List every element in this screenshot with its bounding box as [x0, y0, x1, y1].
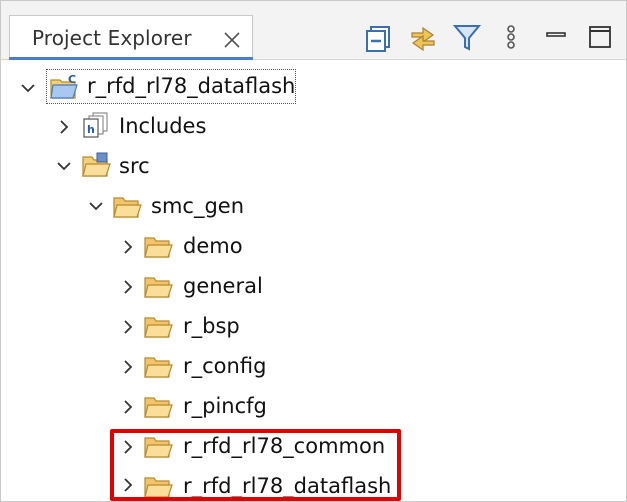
collapse-all-icon[interactable] [363, 21, 395, 53]
tree-item-label[interactable]: r_config [183, 354, 266, 378]
svg-text:h: h [87, 123, 95, 136]
includes-icon: h [81, 111, 113, 138]
view-menu-icon[interactable] [495, 21, 527, 53]
minimize-icon[interactable] [541, 21, 573, 53]
tree-item-label[interactable]: r_bsp [183, 314, 240, 338]
tree-item-label[interactable]: smc_gen [151, 194, 244, 218]
tree-item-label[interactable]: r_pincfg [183, 394, 267, 418]
tree-item-label[interactable]: demo [183, 234, 243, 258]
chevron-right-icon[interactable] [119, 358, 137, 376]
chevron-right-icon[interactable] [119, 398, 137, 416]
folder-icon [143, 272, 175, 298]
chevron-right-icon[interactable] [119, 318, 137, 336]
filter-icon[interactable] [451, 21, 483, 53]
folder-icon [143, 392, 175, 418]
project-explorer-view: Project Explorer C r_rfd_rl78_dataflash … [0, 0, 627, 502]
chevron-right-icon[interactable] [55, 118, 73, 136]
chevron-down-icon[interactable] [87, 197, 105, 215]
chevron-right-icon[interactable] [119, 238, 137, 256]
maximize-icon[interactable] [585, 21, 617, 53]
tree-item-label[interactable]: src [119, 154, 150, 178]
tree-item-label[interactable]: general [183, 274, 263, 298]
tab-project-explorer[interactable]: Project Explorer [9, 15, 253, 57]
link-with-editor-icon[interactable] [407, 21, 439, 53]
view-tab-bar: Project Explorer [1, 1, 626, 60]
c-project-icon: C [49, 73, 81, 99]
source-folder-icon [81, 151, 113, 177]
folder-icon [143, 352, 175, 378]
tab-title: Project Explorer [32, 26, 192, 50]
chevron-down-icon[interactable] [55, 157, 73, 175]
highlight-box [110, 429, 401, 501]
chevron-right-icon[interactable] [119, 278, 137, 296]
folder-icon [112, 192, 144, 218]
folder-icon [143, 312, 175, 338]
tree-item-label[interactable]: r_rfd_rl78_dataflash [87, 74, 295, 98]
folder-icon [143, 232, 175, 258]
svg-text:C: C [68, 73, 76, 86]
chevron-down-icon[interactable] [19, 79, 37, 97]
tab-active-indicator [9, 57, 253, 60]
close-icon[interactable] [222, 30, 242, 50]
tree-item-label[interactable]: Includes [119, 114, 206, 138]
